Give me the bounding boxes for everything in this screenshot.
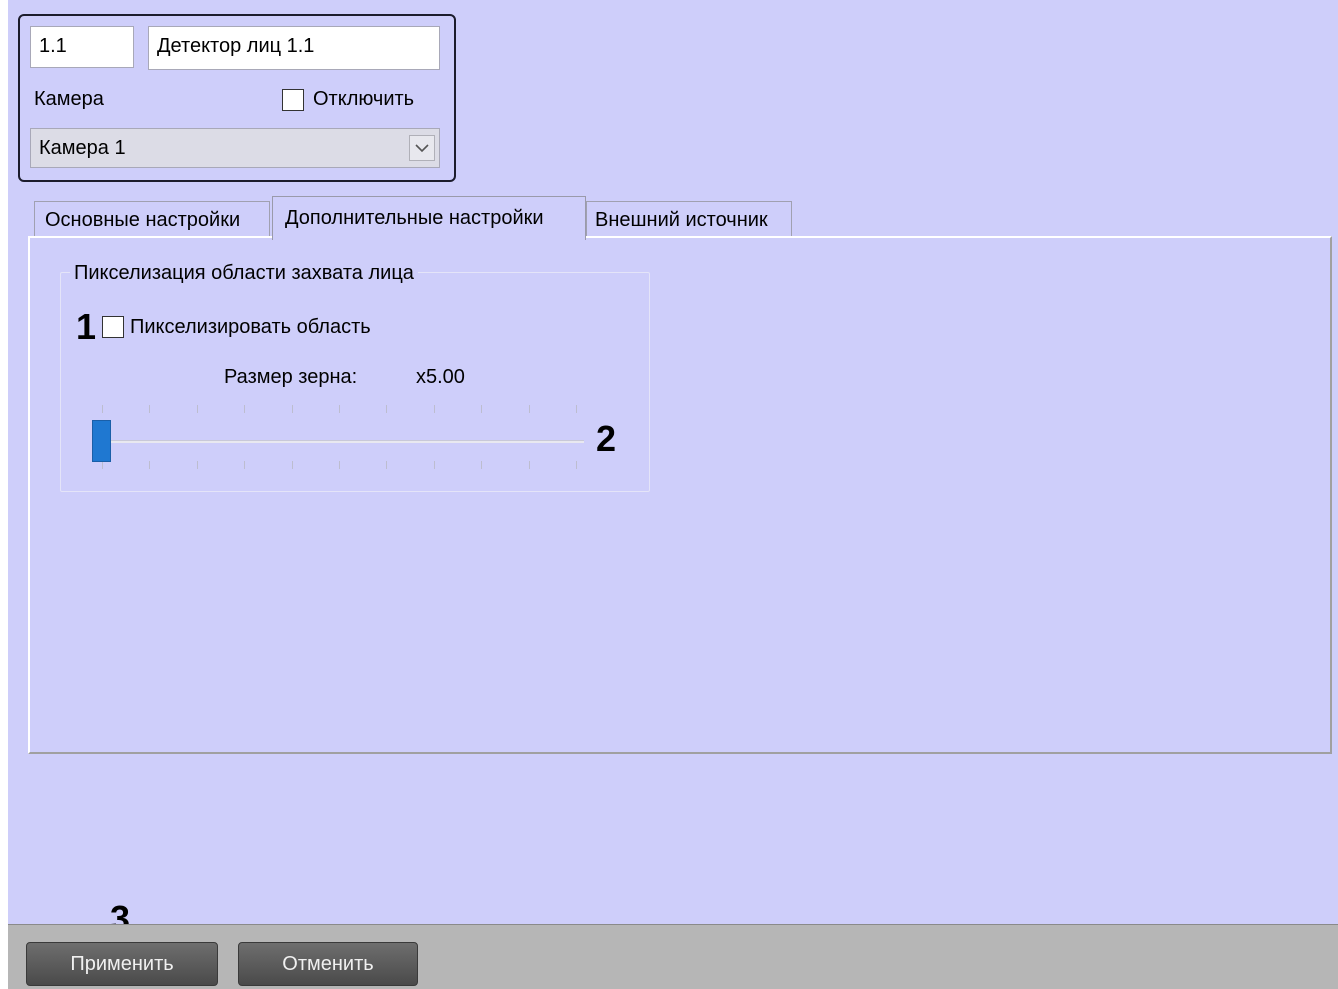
- camera-select-value: Камера 1: [39, 137, 126, 159]
- pixelate-checkbox[interactable]: [102, 316, 124, 338]
- slider-tick: [102, 405, 103, 413]
- slider-thumb[interactable]: [92, 420, 111, 462]
- slider-tick: [481, 461, 483, 469]
- tab-external-source[interactable]: Внешний источник: [586, 201, 792, 238]
- tab-basic-settings[interactable]: Основные настройки: [34, 201, 270, 238]
- slider-tick: [149, 461, 151, 469]
- marker-1: 1: [76, 306, 97, 347]
- slider-tick: [291, 405, 293, 413]
- marker-2: 2: [596, 418, 617, 459]
- pixelate-label[interactable]: Пикселизировать область: [130, 316, 371, 339]
- camera-select[interactable]: Камера 1: [30, 128, 440, 168]
- pixelation-group-title: Пикселизация области захвата лица: [70, 262, 418, 285]
- tab-additional-settings[interactable]: Дополнительные настройки: [272, 196, 586, 240]
- slider-tick: [244, 461, 246, 469]
- grain-size-value: x5.00: [416, 366, 465, 388]
- cancel-button[interactable]: Отменить: [238, 942, 418, 986]
- camera-label: Камера: [34, 88, 104, 110]
- disable-checkbox[interactable]: [282, 89, 304, 111]
- slider-tick: [339, 405, 340, 413]
- slider-tick: [386, 405, 388, 413]
- slider-tick: [244, 405, 246, 413]
- slider-tick: [149, 405, 151, 413]
- slider-tick: [433, 405, 435, 413]
- chevron-down-icon[interactable]: [409, 135, 435, 161]
- object-id-field[interactable]: 1.1: [30, 26, 134, 68]
- slider-tick: [576, 405, 577, 413]
- slider-tick: [386, 461, 388, 469]
- slider-tick: [481, 405, 483, 413]
- slider-tick: [102, 461, 103, 469]
- apply-button[interactable]: Применить: [26, 942, 218, 986]
- slider-tick: [339, 461, 340, 469]
- grain-size-label: Размер зерна:: [224, 366, 358, 388]
- slider-tick: [291, 461, 293, 469]
- slider-track[interactable]: [102, 440, 584, 443]
- slider-tick: [196, 461, 198, 469]
- slider-tick: [528, 405, 530, 413]
- slider-tick: [576, 461, 577, 469]
- slider-tick: [528, 461, 530, 469]
- disable-label[interactable]: Отключить: [313, 88, 414, 111]
- slider-tick: [196, 405, 198, 413]
- object-name-field[interactable]: Детектор лиц 1.1: [148, 26, 440, 70]
- slider-tick: [433, 461, 435, 469]
